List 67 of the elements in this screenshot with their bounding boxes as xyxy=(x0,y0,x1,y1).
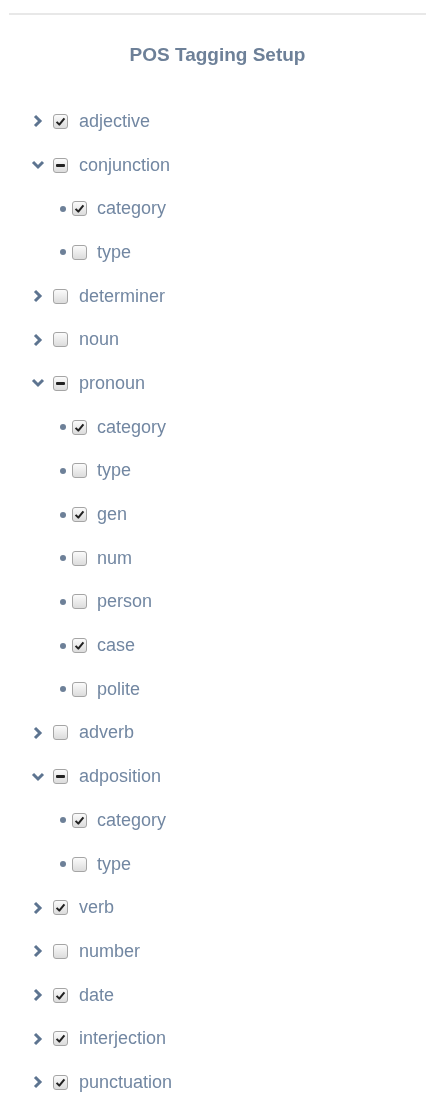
tree-item-label[interactable]: person xyxy=(97,588,153,616)
checkbox[interactable] xyxy=(53,900,68,916)
checkbox[interactable] xyxy=(72,507,87,523)
panel-title: POS Tagging Setup xyxy=(128,43,307,67)
tree-item-label[interactable]: polite xyxy=(97,675,141,703)
checkbox[interactable] xyxy=(72,681,87,697)
bullet-icon xyxy=(60,205,66,212)
chevron-right-icon[interactable] xyxy=(31,1031,45,1046)
tree-item-label[interactable]: conjunction xyxy=(79,151,171,179)
bullet-icon xyxy=(60,598,66,605)
bullet-icon xyxy=(60,424,66,431)
checkbox[interactable] xyxy=(72,463,87,479)
chevron-right-icon[interactable] xyxy=(31,944,45,959)
checkbox[interactable] xyxy=(53,1031,68,1047)
bullet-icon xyxy=(60,861,66,868)
tree-item-label[interactable]: noun xyxy=(79,326,120,354)
bullet-icon xyxy=(60,511,66,518)
tree-item-label[interactable]: adposition xyxy=(79,763,162,791)
checkbox[interactable] xyxy=(53,725,68,741)
tree-item-label[interactable]: case xyxy=(97,632,136,660)
tree-item-label[interactable]: num xyxy=(97,544,132,572)
checkbox[interactable] xyxy=(72,856,87,872)
checkbox[interactable] xyxy=(72,419,87,435)
checkbox[interactable] xyxy=(53,157,68,173)
tree-item-label[interactable]: category xyxy=(97,806,167,834)
chevron-right-icon[interactable] xyxy=(31,332,45,347)
tree-item-label[interactable]: category xyxy=(97,195,167,223)
chevron-right-icon[interactable] xyxy=(31,114,45,129)
checkbox[interactable] xyxy=(72,550,87,566)
tree-item-label[interactable]: adverb xyxy=(79,719,135,747)
checkbox[interactable] xyxy=(53,943,68,959)
chevron-right-icon[interactable] xyxy=(31,1075,45,1090)
checkbox[interactable] xyxy=(72,244,87,260)
tree-item-label[interactable]: number xyxy=(79,937,141,965)
tree-item-label[interactable]: pronoun xyxy=(79,369,146,397)
chevron-right-icon[interactable] xyxy=(31,988,45,1003)
tree-item-label[interactable]: category xyxy=(97,413,167,441)
tree-item-label[interactable]: determiner xyxy=(79,282,166,310)
checkbox[interactable] xyxy=(72,594,87,610)
bullet-icon xyxy=(60,249,66,256)
checkbox[interactable] xyxy=(53,987,68,1003)
tree-item-label[interactable]: type xyxy=(97,850,132,878)
bullet-icon xyxy=(60,686,66,693)
bullet-icon xyxy=(60,817,66,824)
checkbox[interactable] xyxy=(72,812,87,828)
tree-item-label[interactable]: type xyxy=(97,457,132,485)
checkbox[interactable] xyxy=(53,1074,68,1090)
chevron-right-icon[interactable] xyxy=(31,289,45,304)
tree-item-label[interactable]: verb xyxy=(79,894,114,922)
chevron-right-icon[interactable] xyxy=(31,900,45,915)
checkbox[interactable] xyxy=(53,375,68,391)
tree-item-label[interactable]: type xyxy=(97,238,132,266)
checkbox[interactable] xyxy=(53,288,68,304)
tree-item-label[interactable]: interjection xyxy=(79,1025,167,1053)
bullet-icon xyxy=(60,467,66,474)
checkbox[interactable] xyxy=(72,638,87,654)
chevron-right-icon[interactable] xyxy=(31,725,45,740)
checkbox[interactable] xyxy=(53,113,68,129)
bullet-icon xyxy=(60,642,66,649)
tree-item-label[interactable]: gen xyxy=(97,501,128,529)
tree-item-label[interactable]: date xyxy=(79,981,115,1009)
checkbox[interactable] xyxy=(53,769,68,785)
checkbox[interactable] xyxy=(53,332,68,348)
bullet-icon xyxy=(60,555,66,562)
tree-item-label[interactable]: punctuation xyxy=(79,1068,173,1093)
checkbox[interactable] xyxy=(72,201,87,217)
tree-item-label[interactable]: adjective xyxy=(79,107,151,135)
